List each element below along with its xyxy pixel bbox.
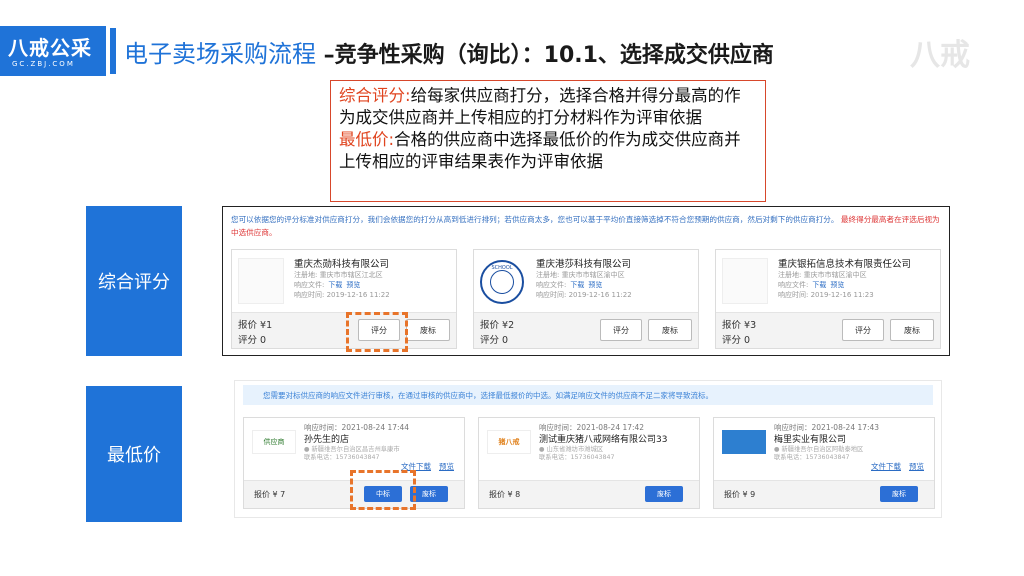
comprehensive-head: 综合评分: [339, 86, 411, 105]
title-sub: –竞争性采购（询比）：10.1、选择成交供应商 [323, 43, 774, 68]
side-label-lowest: 最低价 [86, 386, 182, 522]
scoring-note: 您可以依据您的评分标准对供应商打分，我们会依据您的打分从高到低进行排列；若供应商… [231, 213, 943, 239]
supplier-time: 响应时间: 2019-12-16 11:22 [536, 291, 632, 299]
supplier-doc: 响应文件: 下载 预览 [778, 281, 845, 289]
score-value: 评分 0 [480, 335, 509, 346]
quote-price: 报价 ¥ 8 [489, 490, 521, 499]
supplier-card: 响应时间：2021-08-24 17:43 梅里实业有限公司 ● 新疆维吾尔自治… [713, 417, 935, 509]
comprehensive-panel: 您可以依据您的评分标准对供应商打分，我们会依据您的打分从高到低进行排列；若供应商… [222, 206, 950, 356]
file-download-link[interactable]: 文件下载 [871, 462, 901, 471]
supplier-thumbnail [238, 258, 284, 304]
score-button[interactable]: 评分 [600, 319, 642, 341]
waste-bid-button[interactable]: 废标 [406, 319, 450, 341]
card-footer: 报价 ¥1 评分 0 评分 废标 [232, 312, 456, 348]
waste-bid-button[interactable]: 废标 [880, 486, 918, 502]
quote-price: 报价 ¥2 [480, 320, 515, 331]
card-footer: 报价 ¥3 评分 0 评分 废标 [716, 312, 940, 348]
lowest-price-note: 您需要对标供应商的响应文件进行审核，在通过审核的供应商中，选择最低报价的中选。如… [243, 385, 933, 405]
supplier-card: SCHOOL 重庆港莎科技有限公司 注册地: 重庆市市辖区渝中区 响应文件: 下载… [473, 249, 699, 349]
download-link[interactable]: 下载 [812, 281, 826, 289]
page-title: 电子卖场采购流程 –竞争性采购（询比）：10.1、选择成交供应商 [124, 34, 774, 69]
supplier-doc: 响应文件: 下载 预览 [536, 281, 603, 289]
supplier-card: 重庆杰勋科技有限公司 注册地: 重庆市市辖区江北区 响应文件: 下载 预览 响应时间… [231, 249, 457, 349]
download-link[interactable]: 下载 [328, 281, 342, 289]
title-main: 电子卖场采购流程 [124, 40, 316, 68]
supplier-thumbnail: 猪八戒 [487, 430, 531, 454]
supplier-name: 重庆港莎科技有限公司 [536, 259, 632, 270]
supplier-card: 重庆银拓信息技术有限责任公司 注册地: 重庆市市辖区渝中区 响应文件: 下载 预览 … [715, 249, 941, 349]
university-logo: SCHOOL [480, 260, 524, 304]
quote-price: 报价 ¥1 [238, 320, 273, 331]
card-footer: 报价 ¥ 8 废标 [479, 480, 699, 508]
lowest-head: 最低价: [339, 130, 395, 149]
quote-price: 报价 ¥3 [722, 320, 757, 331]
file-links: 文件下载 预览 [863, 461, 924, 472]
supplier-reg: 注册地: 重庆市市辖区渝中区 [778, 271, 867, 279]
side-label-comprehensive: 综合评分 [86, 206, 182, 356]
lowest-price-panel: 您需要对标供应商的响应文件进行审核，在通过审核的供应商中，选择最低报价的中选。如… [234, 380, 942, 518]
score-button[interactable]: 评分 [842, 319, 884, 341]
supplier-name: 重庆杰勋科技有限公司 [294, 259, 390, 270]
supplier-card: 猪八戒 响应时间：2021-08-24 17:42 测试重庆猪八戒网络有限公司3… [478, 417, 700, 509]
supplier-time: 响应时间: 2019-12-16 11:22 [294, 291, 390, 299]
quote-price: 报价 ¥ 7 [254, 490, 286, 499]
logo: 八戒公采 GC.ZBJ.COM [0, 26, 106, 76]
supplier-reg: 注册地: 重庆市市辖区江北区 [294, 271, 383, 279]
supplier-thumbnail [722, 258, 768, 304]
supplier-thumbnail [722, 430, 766, 454]
download-link[interactable]: 下载 [570, 281, 584, 289]
highlight-score-button [346, 312, 408, 352]
score-value: 评分 0 [238, 335, 267, 346]
supplier-thumbnail: 供应商 [252, 430, 296, 454]
supplier-phone: 联系电话：15736043847 [304, 454, 380, 461]
supplier-phone: 联系电话：15736043847 [539, 454, 615, 461]
card-footer: 报价 ¥2 评分 0 评分 废标 [474, 312, 698, 348]
score-value: 评分 0 [722, 335, 751, 346]
watermark: 八戒 [910, 38, 970, 73]
preview-link[interactable]: 预览 [346, 281, 360, 289]
card-footer: 报价 ¥ 9 废标 [714, 480, 934, 508]
preview-link[interactable]: 预览 [830, 281, 844, 289]
supplier-time: 响应时间: 2019-12-16 11:23 [778, 291, 874, 299]
highlight-win-button [350, 470, 416, 510]
waste-bid-button[interactable]: 废标 [645, 486, 683, 502]
description-box: 综合评分:给每家供应商打分，选择合格并得分最高的作为成交供应商并上传相应的打分材… [330, 80, 766, 202]
lowest-body: 合格的供应商中选择最低价的作为成交供应商并上传相应的评审结果表作为评审依据 [339, 130, 741, 171]
supplier-doc: 响应文件: 下载 预览 [294, 281, 361, 289]
waste-bid-button[interactable]: 废标 [648, 319, 692, 341]
quote-price: 报价 ¥ 9 [724, 490, 756, 499]
waste-bid-button[interactable]: 废标 [890, 319, 934, 341]
title-accent-bar [110, 28, 116, 74]
supplier-reg: 注册地: 重庆市市辖区渝中区 [536, 271, 625, 279]
preview-link[interactable]: 预览 [909, 462, 924, 471]
logo-subtext: GC.ZBJ.COM [12, 60, 75, 68]
logo-text: 八戒公采 [8, 36, 92, 60]
preview-link[interactable]: 预览 [588, 281, 602, 289]
supplier-phone: 联系电话：15736043847 [774, 454, 850, 461]
scoring-note-text: 您可以依据您的评分标准对供应商打分，我们会依据您的打分从高到低进行排列；若供应商… [231, 215, 839, 224]
supplier-name: 重庆银拓信息技术有限责任公司 [778, 259, 912, 270]
preview-link[interactable]: 预览 [439, 462, 454, 471]
